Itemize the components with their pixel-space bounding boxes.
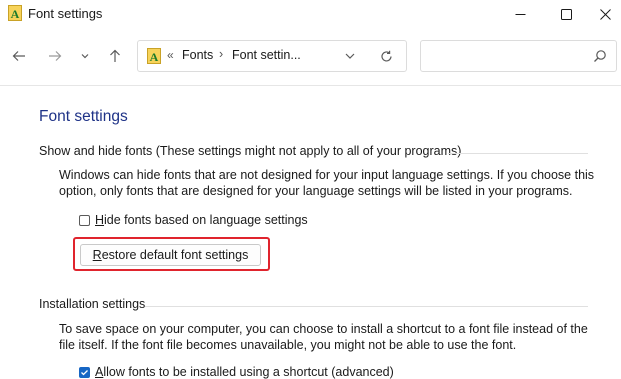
navigation-bar: A « Fonts › Font settin...: [0, 29, 621, 86]
breadcrumb-overflow[interactable]: «: [167, 48, 174, 62]
allow-shortcut-checkbox[interactable]: [79, 366, 90, 378]
arrow-left-icon: [12, 51, 25, 61]
page-title: Font settings: [39, 108, 128, 125]
allow-shortcut-checkbox-row[interactable]: Allow fonts to be installed using a shor…: [79, 365, 394, 379]
arrow-up-icon: [110, 49, 120, 62]
up-button[interactable]: [102, 43, 128, 69]
search-icon: [594, 50, 606, 62]
show-hide-section-header: Show and hide fonts (These settings migh…: [39, 144, 462, 158]
show-hide-description: Windows can hide fonts that are not desi…: [59, 168, 595, 198]
fonts-folder-icon: A: [147, 48, 161, 64]
arrow-right-icon: [49, 51, 62, 61]
hide-fonts-checkbox[interactable]: [79, 214, 90, 226]
allow-shortcut-label[interactable]: Allow fonts to be installed using a shor…: [95, 365, 394, 379]
recent-locations-button[interactable]: [74, 43, 96, 69]
svg-text:A: A: [150, 50, 159, 64]
address-bar[interactable]: A « Fonts › Font settin...: [137, 40, 407, 72]
installation-description: To save space on your computer, you can …: [59, 322, 588, 352]
main-content: Font settings Show and hide fonts (These…: [0, 86, 621, 379]
close-icon: [599, 9, 611, 20]
svg-text:A: A: [11, 7, 20, 21]
chevron-down-icon: [81, 54, 89, 59]
section-divider: [145, 306, 588, 307]
fonts-app-icon: A: [8, 5, 22, 21]
installation-section-header: Installation settings: [39, 297, 146, 311]
maximize-button[interactable]: [543, 0, 589, 29]
back-button[interactable]: [6, 43, 32, 69]
address-dropdown-button[interactable]: [342, 48, 358, 64]
title-bar: A Font settings: [0, 0, 621, 29]
section-divider: [448, 153, 588, 154]
breadcrumb-fonts[interactable]: Fonts: [182, 48, 213, 62]
minimize-icon: [515, 14, 525, 15]
hide-fonts-label[interactable]: Hide fonts based on language settings: [95, 213, 308, 227]
checkmark-icon: [81, 369, 88, 375]
restore-default-font-settings-button[interactable]: Restore default font settings: [80, 244, 261, 266]
breadcrumb-separator[interactable]: ›: [219, 47, 223, 61]
close-button[interactable]: [589, 0, 621, 29]
forward-button[interactable]: [42, 43, 68, 69]
window-title: Font settings: [28, 6, 103, 21]
refresh-button[interactable]: [378, 48, 394, 64]
search-input[interactable]: [420, 40, 617, 72]
breadcrumb-font-settings[interactable]: Font settin...: [232, 48, 301, 62]
minimize-button[interactable]: [497, 0, 543, 29]
hide-fonts-checkbox-row[interactable]: Hide fonts based on language settings: [79, 213, 308, 227]
maximize-icon: [560, 9, 572, 20]
chevron-down-icon: [345, 53, 355, 59]
refresh-icon: [380, 50, 392, 62]
